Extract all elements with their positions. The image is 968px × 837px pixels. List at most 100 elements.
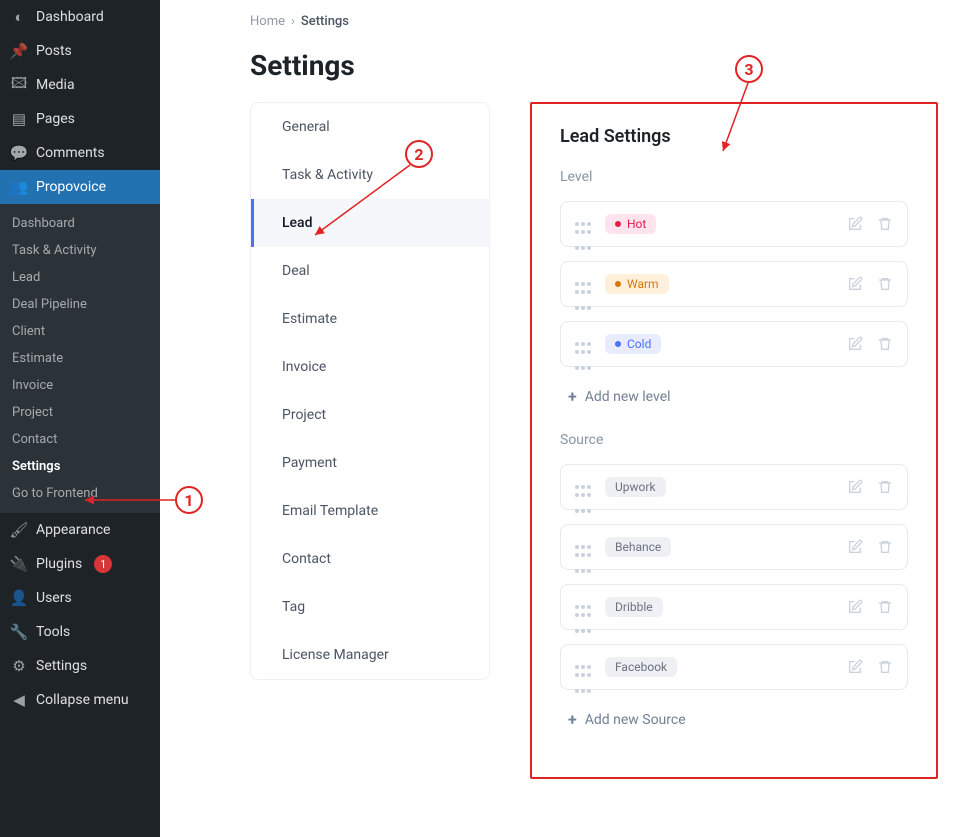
- sub-project[interactable]: Project: [0, 399, 160, 426]
- source-chip: Behance: [605, 537, 671, 557]
- edit-icon[interactable]: [847, 216, 863, 232]
- label: Media: [36, 77, 75, 93]
- label: Posts: [36, 43, 72, 59]
- breadcrumb-home[interactable]: Home: [250, 14, 285, 29]
- sub-client[interactable]: Client: [0, 318, 160, 345]
- drag-handle-icon[interactable]: [575, 485, 591, 489]
- edit-icon[interactable]: [847, 599, 863, 615]
- sub-deal-pipeline[interactable]: Deal Pipeline: [0, 291, 160, 318]
- tab-payment[interactable]: Payment: [251, 439, 489, 487]
- sidebar-item-posts[interactable]: 📌Posts: [0, 34, 160, 68]
- sidebar-item-propovoice[interactable]: 👥Propovoice: [0, 170, 160, 204]
- drag-handle-icon[interactable]: [575, 282, 591, 286]
- plus-icon: +: [568, 710, 577, 729]
- label: Appearance: [36, 522, 110, 538]
- label: Plugins: [36, 556, 82, 572]
- sub-dashboard[interactable]: Dashboard: [0, 210, 160, 237]
- drag-handle-icon[interactable]: [575, 665, 591, 669]
- delete-icon[interactable]: [877, 539, 893, 555]
- delete-icon[interactable]: [877, 276, 893, 292]
- chip-label: Upwork: [615, 480, 656, 494]
- sidebar-item-users[interactable]: 👤Users: [0, 581, 160, 615]
- label: Settings: [36, 658, 87, 674]
- annotation-arrow-3: [713, 83, 783, 158]
- level-chip-cold: Cold: [605, 334, 661, 354]
- collapse-icon: ◀: [10, 691, 28, 709]
- lead-settings-panel: Lead Settings Level Hot Warm: [530, 102, 938, 779]
- add-new-level-button[interactable]: + Add new level: [560, 381, 679, 412]
- delete-icon[interactable]: [877, 599, 893, 615]
- plugin-badge: 1: [94, 555, 112, 573]
- wrench-icon: 🔧: [10, 623, 28, 641]
- delete-icon[interactable]: [877, 336, 893, 352]
- label: Comments: [36, 145, 105, 161]
- sliders-icon: ⚙: [10, 657, 28, 675]
- source-section-label: Source: [560, 432, 908, 448]
- level-row-warm: Warm: [560, 261, 908, 307]
- label: Tools: [36, 624, 70, 640]
- tab-general[interactable]: General: [251, 103, 489, 151]
- edit-icon[interactable]: [847, 336, 863, 352]
- annotation-marker-3: 3: [735, 55, 763, 83]
- breadcrumb: Home › Settings: [160, 14, 968, 39]
- sidebar-item-pages[interactable]: ▤ Pages: [0, 102, 160, 136]
- drag-handle-icon[interactable]: [575, 545, 591, 549]
- sub-estimate[interactable]: Estimate: [0, 345, 160, 372]
- drag-handle-icon[interactable]: [575, 222, 591, 226]
- media-icon: 🖾: [10, 76, 28, 94]
- sub-task-activity[interactable]: Task & Activity: [0, 237, 160, 264]
- annotation-arrow-1: [80, 495, 180, 507]
- sidebar-item-plugins[interactable]: 🔌 Plugins 1: [0, 547, 160, 581]
- group-icon: 👥: [10, 178, 28, 196]
- annotation-marker-1: 1: [175, 486, 203, 514]
- delete-icon[interactable]: [877, 659, 893, 675]
- delete-icon[interactable]: [877, 479, 893, 495]
- label: Pages: [36, 111, 75, 127]
- chip-label: Hot: [627, 217, 646, 231]
- add-new-source-button[interactable]: +Add new Source: [560, 704, 694, 735]
- chevron-right-icon: ›: [291, 14, 295, 29]
- sidebar-item-collapse[interactable]: ◀Collapse menu: [0, 683, 160, 717]
- sidebar-item-appearance[interactable]: 🖌 Appearance: [0, 513, 160, 547]
- edit-icon[interactable]: [847, 539, 863, 555]
- tab-invoice[interactable]: Invoice: [251, 343, 489, 391]
- sub-settings[interactable]: Settings: [0, 453, 160, 480]
- sub-contact[interactable]: Contact: [0, 426, 160, 453]
- source-chip: Dribble: [605, 597, 663, 617]
- source-row-dribble: Dribble: [560, 584, 908, 630]
- plus-icon: +: [568, 387, 577, 406]
- tab-deal[interactable]: Deal: [251, 247, 489, 295]
- level-section-label: Level: [560, 169, 908, 185]
- sub-invoice[interactable]: Invoice: [0, 372, 160, 399]
- page-icon: ▤: [10, 110, 28, 128]
- plug-icon: 🔌: [10, 555, 28, 573]
- delete-icon[interactable]: [877, 216, 893, 232]
- sidebar-item-dashboard[interactable]: ◐Dashboard: [0, 0, 160, 34]
- edit-icon[interactable]: [847, 659, 863, 675]
- annotation-arrow-2: [305, 160, 425, 250]
- edit-icon[interactable]: [847, 276, 863, 292]
- dot-icon: [615, 281, 621, 287]
- tab-tag[interactable]: Tag: [251, 583, 489, 631]
- tab-estimate[interactable]: Estimate: [251, 295, 489, 343]
- wp-admin-sidebar: ◐Dashboard 📌Posts 🖾 Media ▤ Pages 💬Comment…: [0, 0, 160, 837]
- sidebar-item-media[interactable]: 🖾 Media: [0, 68, 160, 102]
- main-content: Home › Settings Settings General Task & …: [160, 0, 968, 837]
- tab-email-template[interactable]: Email Template: [251, 487, 489, 535]
- tab-license-manager[interactable]: License Manager: [251, 631, 489, 679]
- dot-icon: [615, 221, 621, 227]
- tab-project[interactable]: Project: [251, 391, 489, 439]
- sidebar-item-tools[interactable]: 🔧 Tools: [0, 615, 160, 649]
- sub-lead[interactable]: Lead: [0, 264, 160, 291]
- label: Users: [36, 590, 72, 606]
- source-row-upwork: Upwork: [560, 464, 908, 510]
- sidebar-item-wp-settings[interactable]: ⚙ Settings: [0, 649, 160, 683]
- add-label: Add new level: [585, 389, 671, 405]
- tab-contact[interactable]: Contact: [251, 535, 489, 583]
- sidebar-item-comments[interactable]: 💬Comments: [0, 136, 160, 170]
- brush-icon: 🖌: [10, 521, 28, 539]
- source-chip: Upwork: [605, 477, 666, 497]
- edit-icon[interactable]: [847, 479, 863, 495]
- drag-handle-icon[interactable]: [575, 605, 591, 609]
- drag-handle-icon[interactable]: [575, 342, 591, 346]
